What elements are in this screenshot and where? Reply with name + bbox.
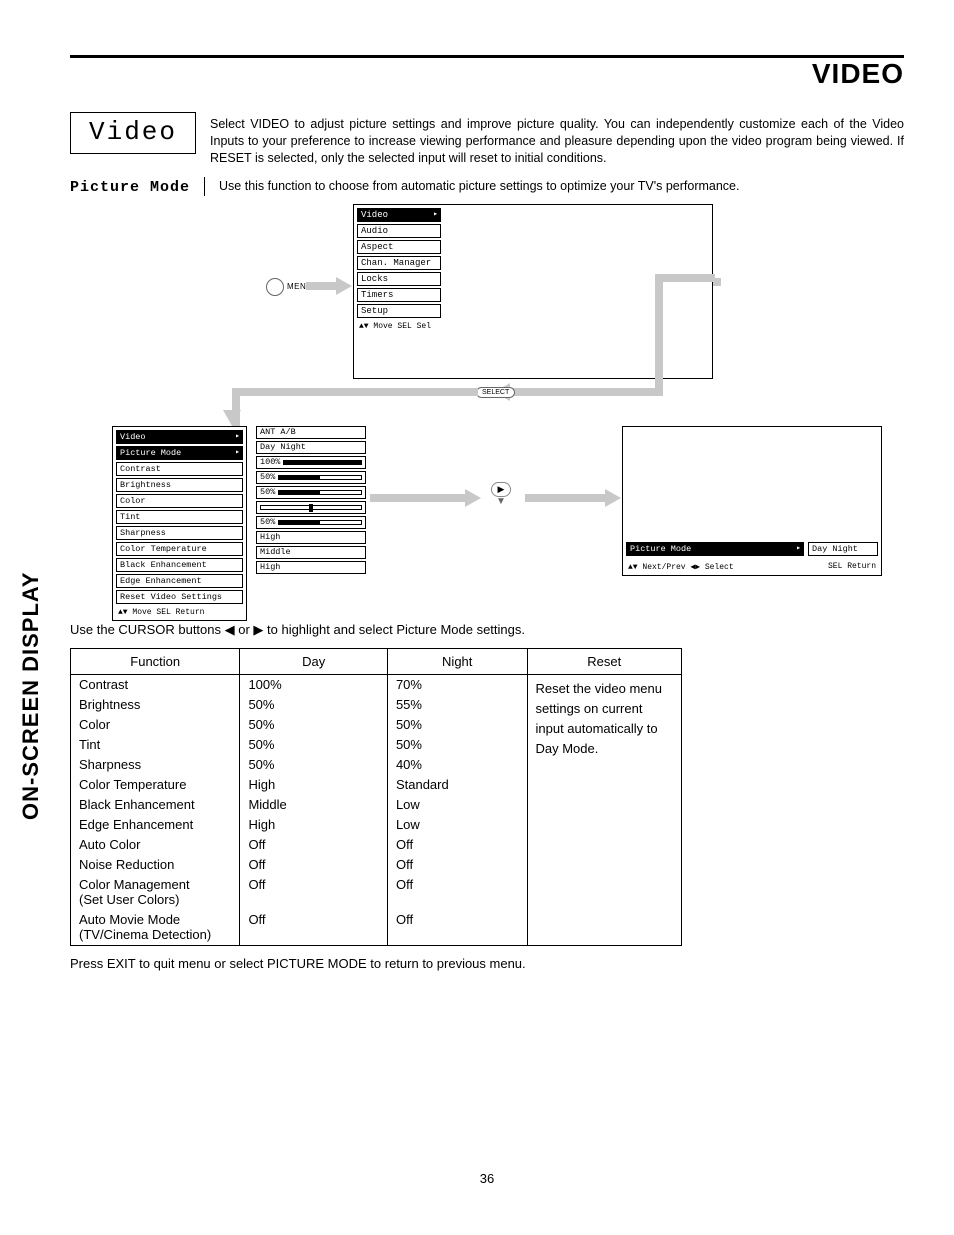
osd-main-item: Timers [357,288,441,302]
osd-video-menu: Video Picture Mode Contrast Brightness Color… [112,426,247,621]
osd-main-item: Aspect [357,240,441,254]
table-row: Off [240,875,387,910]
cursor-nav-icon: ▶ ▼ [480,480,522,507]
table-header-reset: Reset [528,649,682,675]
osd-video-item: Contrast [116,462,243,476]
table-row: Low [388,795,527,815]
table-row: High [240,775,387,795]
osd-video-item: Color [116,494,243,508]
table-row: 40% [388,755,527,775]
osd-video-title: Video [116,430,243,444]
osd-values-row: High [256,561,366,574]
table-row: Edge Enhancement [71,815,239,835]
osd-video-item: Picture Mode [116,446,243,460]
osd-values-row: 100% [256,456,366,469]
menu-flow-diagram: MENU VideoAudioAspectChan. ManagerLocksT… [70,204,904,604]
table-row: Off [240,835,387,855]
osd-video-item: Edge Enhancement [116,574,243,588]
cursor-instruction: Use the CURSOR buttons ◀ or ▶ to highlig… [70,622,904,638]
osd-video-values: ANT A/B Day Night 100% 50% 50% 50% High Middle H… [256,426,366,576]
table-row: Auto Color [71,835,239,855]
osd-main-item: Video [357,208,441,222]
osd-pm-foot-right: SEL Return [828,562,876,572]
table-row: 50% [388,735,527,755]
osd-pm-label: Picture Mode [626,542,804,556]
osd-video-footer: ▲▼ Move SEL Return [116,606,243,617]
osd-values-row: 50% [256,471,366,484]
osd-values-row: Day Night [256,441,366,454]
osd-main-item: Audio [357,224,441,238]
table-row: 70% [388,675,527,695]
table-row: Off [240,855,387,875]
osd-values-row [256,501,366,514]
table-row: Contrast [71,675,239,695]
osd-main-item: Chan. Manager [357,256,441,270]
osd-video-item: Tint [116,510,243,524]
select-button-icon: SELECT [476,387,515,398]
table-row: Color Management(Set User Colors) [71,875,239,910]
table-row: Standard [388,775,527,795]
osd-values-row: 50% [256,516,366,529]
osd-values-source: ANT A/B [256,426,366,439]
osd-video-item: Color Temperature [116,542,243,556]
table-row: Tint [71,735,239,755]
osd-values-row: Middle [256,546,366,559]
table-row: 50% [240,695,387,715]
table-row: Off [388,875,527,910]
table-reset-text: Reset the video menu settings on current… [528,675,682,764]
table-row: 55% [388,695,527,715]
osd-pm-daynight: Day Night [808,542,878,556]
settings-table: Function ContrastBrightnessColorTintShar… [70,648,682,946]
osd-values-row: 50% [256,486,366,499]
osd-video-item: Black Enhancement [116,558,243,572]
page-title: VIDEO [70,58,904,90]
table-header-function: Function [71,649,239,675]
osd-main-item: Locks [357,272,441,286]
osd-video-item: Sharpness [116,526,243,540]
table-row: Off [388,855,527,875]
table-row: Brightness [71,695,239,715]
table-row: Middle [240,795,387,815]
page-number: 36 [70,1171,904,1186]
exit-instruction: Press EXIT to quit menu or select PICTUR… [70,956,904,971]
osd-picture-mode-selector: Picture Mode Day Night ▲▼ Next/Prev ◀▶ S… [622,426,882,576]
picture-mode-label: Picture Mode [70,177,190,196]
osd-values-row: High [256,531,366,544]
table-row: Sharpness [71,755,239,775]
video-heading-box: Video [70,112,196,154]
intro-paragraph: Select VIDEO to adjust picture settings … [210,116,904,167]
table-row: Off [388,835,527,855]
picture-mode-description: Use this function to choose from automat… [219,177,739,193]
table-row: Color [71,715,239,735]
osd-main-item: Setup [357,304,441,318]
table-row: Auto Movie Mode(TV/Cinema Detection) [71,910,239,945]
table-row: Black Enhancement [71,795,239,815]
table-row: 50% [240,755,387,775]
table-row: Color Temperature [71,775,239,795]
table-row: Low [388,815,527,835]
table-row: Off [388,910,527,945]
table-row: 50% [240,735,387,755]
table-row: High [240,815,387,835]
table-header-day: Day [240,649,387,675]
table-row: 100% [240,675,387,695]
table-row: 50% [240,715,387,735]
table-row: Noise Reduction [71,855,239,875]
osd-pm-foot-left: ▲▼ Next/Prev ◀▶ Select [628,562,734,572]
osd-video-item: Brightness [116,478,243,492]
osd-video-item: Reset Video Settings [116,590,243,604]
table-row: 50% [388,715,527,735]
table-row: Off [240,910,387,945]
side-section-label: ON-SCREEN DISPLAY [18,572,44,820]
table-header-night: Night [388,649,527,675]
osd-main-footer: ▲▼ Move SEL Sel [357,320,441,331]
